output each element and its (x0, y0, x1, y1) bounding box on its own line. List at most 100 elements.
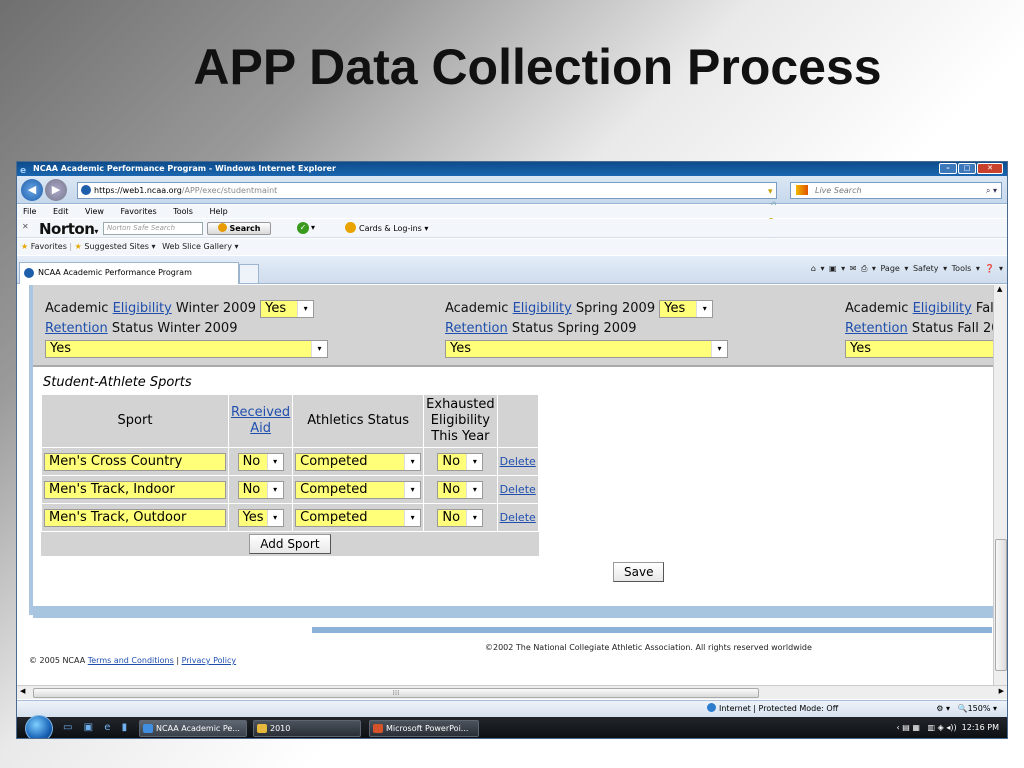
menu-edit[interactable]: Edit (53, 207, 69, 216)
retention-link[interactable]: Retention (845, 321, 908, 336)
sport-input[interactable]: Men's Track, Outdoor (44, 508, 226, 527)
vertical-scrollbar[interactable]: ▲ ▼ (993, 285, 1007, 695)
tray-icons[interactable]: ‹ ▤ ▦ ▥ ◈ ◂)) (897, 723, 962, 732)
chevron-down-icon: ▾ (466, 481, 483, 498)
taskbar-item-ie[interactable]: NCAA Academic Pe... (139, 720, 247, 737)
menu-help[interactable]: Help (209, 207, 227, 216)
sport-input[interactable]: Men's Cross Country (44, 452, 226, 471)
content-divider (33, 606, 993, 618)
suggested-sites[interactable]: Suggested Sites ▾ (84, 242, 155, 251)
add-favorite-icon[interactable]: ★ (75, 242, 82, 251)
exhausted-select[interactable]: No ▾ (437, 508, 484, 527)
address-bar[interactable]: https://web1.ncaa.org/APP/exec/studentma… (77, 182, 779, 242)
header-sport: Sport (41, 394, 229, 448)
retention-link[interactable]: Retention (445, 321, 508, 336)
retention-link[interactable]: Retention (45, 321, 108, 336)
sport-input[interactable]: Men's Track, Indoor (44, 480, 226, 499)
safety-menu[interactable]: Safety ▾ (913, 264, 947, 273)
close-toolbar-icon[interactable]: ✕ (22, 222, 29, 231)
exhausted-select[interactable]: No ▾ (437, 452, 484, 471)
command-bar: ⌂ ▾ ▣ ▾ ✉ ⎙ ▾ Page ▾ Safety ▾ Tools ▾ ❓ … (811, 264, 1003, 274)
scroll-up-icon[interactable]: ▲ (997, 285, 1002, 293)
menu-tools[interactable]: Tools (173, 207, 193, 216)
received-aid-link[interactable]: Received Aid (231, 405, 290, 436)
aid-select[interactable]: No ▾ (237, 452, 284, 471)
eligibility-link[interactable]: Eligibility (513, 301, 572, 316)
cards-logins-button[interactable]: Cards & Log-ins ▾ (345, 222, 428, 235)
delete-link[interactable]: Delete (500, 511, 536, 524)
chevron-down-icon: ▾ (696, 300, 713, 317)
eligibility-link[interactable]: Eligibility (913, 301, 972, 316)
aid-select[interactable]: Yes ▾ (237, 508, 284, 527)
term-label: Fall 2 (975, 301, 993, 316)
feeds-icon[interactable]: ▣ ▾ (829, 264, 845, 273)
tab-site-icon (24, 268, 34, 278)
web-slice-label: Web Slice Gallery (162, 242, 232, 251)
site-icon (81, 185, 91, 195)
menu-view[interactable]: View (85, 207, 104, 216)
checkmark-icon[interactable]: ✓ (297, 222, 309, 234)
aid-select[interactable]: No ▾ (237, 480, 284, 499)
scroll-right-icon[interactable]: ▶ (999, 687, 1004, 695)
add-sport-button[interactable]: Add Sport (249, 534, 331, 554)
retention-select-fall[interactable]: Yes (845, 339, 993, 358)
close-button[interactable]: ✕ (977, 163, 1003, 174)
page-menu[interactable]: Page ▾ (880, 264, 908, 273)
status-select[interactable]: Competed ▾ (295, 452, 422, 471)
menu-file[interactable]: File (23, 207, 36, 216)
eligibility-link[interactable]: Eligibility (113, 301, 172, 316)
clock[interactable]: 12:16 PM (962, 723, 999, 732)
taskbar-item-powerpoint[interactable]: Microsoft PowerPoi... (369, 720, 479, 737)
terms-link[interactable]: Terms and Conditions (88, 656, 174, 665)
horizontal-scroll-thumb[interactable]: ⁞⁞⁞ (33, 688, 759, 698)
norton-logo[interactable]: Norton▾ (39, 220, 98, 238)
page-menu-label: Page (880, 264, 900, 273)
help-icon[interactable]: ❓ ▾ (984, 264, 1003, 273)
live-search-input[interactable]: Live Search ⌕ ▾ (790, 182, 1002, 199)
eligibility-winter: Academic Eligibility Winter 2009 Yes ▾ Re… (45, 299, 328, 359)
security-zone[interactable]: Internet | Protected Mode: Off (707, 701, 838, 717)
eligibility-select-winter[interactable]: Yes ▾ (260, 299, 315, 318)
favorites-button[interactable]: Favorites (31, 242, 67, 251)
exhausted-select[interactable]: No ▾ (437, 480, 484, 499)
save-button[interactable]: Save (613, 562, 665, 582)
vertical-scroll-thumb[interactable] (995, 539, 1007, 671)
suggested-sites-label: Suggested Sites (84, 242, 149, 251)
delete-link[interactable]: Delete (500, 455, 536, 468)
window-title: NCAA Academic Performance Program - Wind… (33, 164, 336, 173)
zoom-control[interactable]: ⚙ ▾ 🔍150% ▾ (936, 701, 997, 717)
horizontal-scrollbar[interactable]: ◀ ⁞⁞⁞ ▶ (17, 685, 1007, 699)
privacy-link[interactable]: Privacy Policy (182, 656, 237, 665)
mail-icon[interactable]: ✉ (850, 264, 857, 273)
menu-favorites[interactable]: Favorites (121, 207, 157, 216)
retention-select-spring[interactable]: Yes ▾ (445, 339, 728, 358)
home-icon[interactable]: ⌂ ▾ (811, 264, 825, 273)
web-slice-gallery[interactable]: Web Slice Gallery ▾ (162, 242, 238, 251)
delete-link[interactable]: Delete (500, 483, 536, 496)
eligibility-select-spring[interactable]: Yes ▾ (659, 299, 714, 318)
print-icon[interactable]: ⎙ ▾ (861, 264, 876, 273)
academic-label: Academic (445, 301, 509, 316)
select-value: No (242, 453, 261, 469)
status-label: Status Winter 2009 (111, 321, 238, 336)
new-tab-button[interactable] (239, 264, 259, 284)
select-value: Yes (265, 300, 287, 316)
minimize-button[interactable]: – (939, 163, 957, 174)
chevron-down-icon[interactable]: ▾ (311, 223, 315, 232)
norton-search-button[interactable]: Search (207, 222, 271, 235)
forward-icon[interactable]: ▶ (45, 179, 67, 201)
status-select[interactable]: Competed ▾ (295, 508, 422, 527)
start-button[interactable] (25, 715, 53, 738)
status-select[interactable]: Competed ▾ (295, 480, 422, 499)
tab-ncaa[interactable]: NCAA Academic Performance Program (19, 262, 239, 284)
search-icon[interactable]: ⌕ ▾ (986, 183, 997, 198)
back-icon[interactable]: ◀ (21, 179, 43, 201)
scroll-left-icon[interactable]: ◀ (20, 687, 25, 695)
maximize-button[interactable]: □ (958, 163, 976, 174)
retention-select-winter[interactable]: Yes ▾ (45, 339, 328, 358)
quick-launch[interactable]: ▭ ▣ e ▮ (63, 722, 131, 733)
taskbar-item-folder[interactable]: 2010 (253, 720, 361, 737)
url-host: https://web1.ncaa.org (94, 186, 182, 195)
tools-menu[interactable]: Tools ▾ (952, 264, 980, 273)
norton-search-input[interactable]: Norton Safe Search (103, 222, 203, 235)
